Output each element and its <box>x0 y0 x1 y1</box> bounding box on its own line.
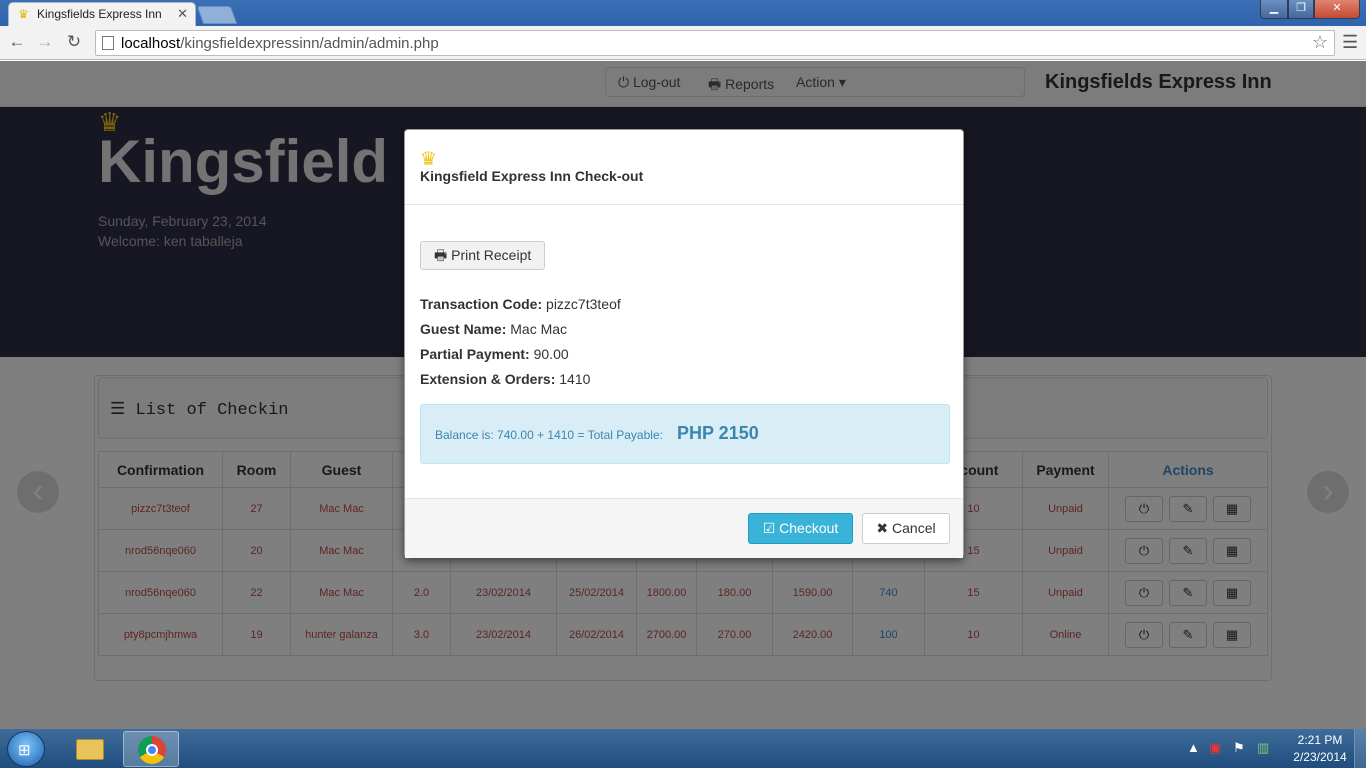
guest-name-value: Mac Mac <box>510 321 568 337</box>
balance-alert: Balance is: 740.00 + 1410 = Total Payabl… <box>420 404 950 464</box>
action-center-flag-icon[interactable]: ⚑ <box>1233 740 1245 756</box>
tab-title: Kingsfields Express Inn <box>37 7 162 21</box>
new-tab-button[interactable] <box>196 6 238 24</box>
checkout-modal: ♛ Kingsfield Express Inn Check-out 🖶 Pri… <box>404 129 964 558</box>
modal-title: Kingsfield Express Inn Check-out <box>420 168 644 184</box>
total-payable: PHP 2150 <box>677 423 759 443</box>
folder-icon <box>76 739 104 760</box>
print-receipt-label: Print Receipt <box>451 247 532 263</box>
cancel-button[interactable]: ✖ Cancel <box>862 513 950 544</box>
taskbar-chrome-button[interactable] <box>123 731 179 767</box>
chrome-menu-icon[interactable]: ☰ <box>1342 32 1358 53</box>
transaction-code-value: pizzc7t3teof <box>546 296 621 312</box>
partial-payment-value: 90.00 <box>533 346 569 362</box>
browser-titlebar: ♛ Kingsfields Express Inn ✕ ▁ ❐ ✕ <box>0 0 1366 26</box>
reload-icon[interactable]: ↻ <box>63 32 85 52</box>
print-icon: 🖶 <box>434 247 448 263</box>
windows-logo-icon: ⊞ <box>18 742 31 759</box>
extension-orders-value: 1410 <box>559 371 591 387</box>
guest-name-line: Guest Name: Mac Mac <box>420 321 567 337</box>
taskbar-explorer-button[interactable] <box>62 731 118 767</box>
checkout-button[interactable]: ☑ Checkout <box>748 513 853 544</box>
crown-favicon-icon: ♛ <box>18 7 29 21</box>
url-host: localhost <box>121 35 181 52</box>
extension-orders-line: Extension & Orders: 1410 <box>420 371 590 387</box>
chrome-center-icon <box>146 744 158 756</box>
transaction-code-label: Transaction Code: <box>420 296 543 312</box>
window-close-button[interactable]: ✕ <box>1314 0 1360 19</box>
guest-name-label: Guest Name: <box>420 321 507 337</box>
clock-date[interactable]: 2/23/2014 <box>1283 750 1357 764</box>
tab-close-icon[interactable]: ✕ <box>177 6 188 22</box>
address-url: localhost/kingsfieldexpressinn/admin/adm… <box>121 35 439 52</box>
check-icon: ☑ <box>762 520 776 536</box>
extension-orders-label: Extension & Orders: <box>420 371 556 387</box>
cancel-label: Cancel <box>892 520 936 536</box>
checkout-label: Checkout <box>779 520 839 536</box>
network-icon[interactable]: ▥ <box>1257 740 1269 756</box>
modal-header: ♛ Kingsfield Express Inn Check-out <box>405 130 963 205</box>
browser-tab-active[interactable]: ♛ Kingsfields Express Inn ✕ <box>8 2 196 26</box>
partial-payment-line: Partial Payment: 90.00 <box>420 346 569 362</box>
minimize-button[interactable]: ▁ <box>1260 0 1288 19</box>
url-path: /kingsfieldexpressinn/admin/admin.php <box>180 35 439 52</box>
show-hidden-icons[interactable]: ▲ <box>1187 740 1200 755</box>
partial-payment-label: Partial Payment: <box>420 346 530 362</box>
windows-taskbar: ⊞ ▲ ▣ ⚑ ▥ <box>0 729 1366 768</box>
forward-arrow-icon[interactable]: → <box>34 32 56 52</box>
address-bar[interactable]: localhost/kingsfieldexpressinn/admin/adm… <box>95 30 1335 56</box>
maximize-button[interactable]: ❐ <box>1288 0 1314 19</box>
page-icon <box>102 36 114 50</box>
security-icon[interactable]: ▣ <box>1209 740 1221 756</box>
clock-time[interactable]: 2:21 PM <box>1290 733 1350 747</box>
bookmark-star-icon[interactable]: ☆ <box>1312 32 1328 53</box>
start-button[interactable]: ⊞ <box>7 731 45 767</box>
print-receipt-button[interactable]: 🖶 Print Receipt <box>420 241 545 270</box>
show-desktop-button[interactable] <box>1354 729 1366 768</box>
close-icon: ✖ <box>876 520 889 536</box>
transaction-code-line: Transaction Code: pizzc7t3teof <box>420 296 621 312</box>
balance-text: Balance is: 740.00 + 1410 = Total Payabl… <box>435 428 663 442</box>
back-arrow-icon[interactable]: ← <box>6 32 28 52</box>
browser-toolbar: ← → ↻ localhost/kingsfieldexpressinn/adm… <box>0 26 1366 60</box>
